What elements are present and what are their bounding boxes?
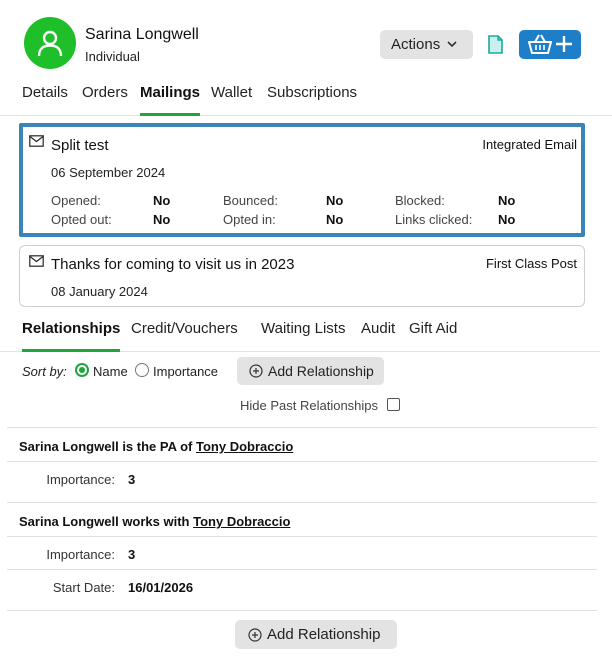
field-label: Importance: <box>46 472 115 487</box>
tab-details[interactable]: Details <box>22 84 68 116</box>
plus-circle-icon <box>248 627 262 642</box>
relationship-subject: Sarina Longwell <box>19 439 119 454</box>
stat-label-links-clicked: Links clicked: <box>395 212 473 227</box>
divider <box>7 536 597 537</box>
contact-tabs: Details Orders Mailings Wallet Subscript… <box>0 82 612 116</box>
sort-name-label[interactable]: Name <box>93 364 128 379</box>
tab-orders[interactable]: Orders <box>82 84 128 116</box>
tab-waiting-lists[interactable]: Waiting Lists <box>261 320 345 352</box>
basket-icon <box>528 34 552 54</box>
related-contact-link[interactable]: Tony Dobraccio <box>196 439 293 454</box>
add-relationship-button[interactable]: Add Relationship <box>237 357 384 385</box>
sort-importance-label[interactable]: Importance <box>153 364 218 379</box>
tab-credit-vouchers[interactable]: Credit/Vouchers <box>131 320 238 352</box>
contact-type: Individual <box>85 49 140 64</box>
stat-label-opted-out: Opted out: <box>51 212 112 227</box>
sort-name-radio[interactable] <box>75 363 89 377</box>
mailing-channel: First Class Post <box>485 256 577 271</box>
contact-header: Sarina Longwell Individual Actions <box>0 0 612 80</box>
stat-label-opted-in: Opted in: <box>223 212 276 227</box>
mailing-card[interactable]: Thanks for coming to visit us in 2023 Fi… <box>19 245 585 307</box>
user-icon <box>37 30 63 57</box>
contact-name: Sarina Longwell <box>85 26 199 43</box>
document-icon[interactable] <box>487 35 504 54</box>
hide-past-label: Hide Past Relationships <box>240 398 379 413</box>
tab-relationships[interactable]: Relationships <box>22 320 121 352</box>
tab-gift-aid[interactable]: Gift Aid <box>409 320 457 352</box>
tab-audit[interactable]: Audit <box>361 320 395 352</box>
related-contact-link[interactable]: Tony Dobraccio <box>193 514 290 529</box>
divider <box>7 569 597 570</box>
avatar <box>24 17 76 69</box>
divider <box>7 610 597 611</box>
stat-value-opened: No <box>153 193 171 208</box>
relationship-tabs: Relationships Credit/Vouchers Waiting Li… <box>0 318 600 352</box>
stat-label-bounced: Bounced: <box>223 193 278 208</box>
sort-label: Sort by: <box>22 364 67 379</box>
relationship-subject: Sarina Longwell <box>19 514 119 529</box>
stat-value-opted-in: No <box>326 212 344 227</box>
field-value: 16/01/2026 <box>128 580 194 595</box>
stat-label-blocked: Blocked: <box>395 193 445 208</box>
tab-subscriptions[interactable]: Subscriptions <box>267 84 357 116</box>
divider <box>7 502 597 503</box>
stat-value-links-clicked: No <box>498 212 516 227</box>
stat-label-opened: Opened: <box>51 193 101 208</box>
field-label: Importance: <box>46 547 115 562</box>
add-relationship-label: Add Relationship <box>267 626 381 643</box>
actions-label: Actions <box>391 36 441 53</box>
envelope-icon <box>29 135 44 147</box>
mailing-date: 06 September 2024 <box>51 165 166 180</box>
tab-mailings[interactable]: Mailings <box>140 84 201 116</box>
mailing-title: Split test <box>51 137 109 154</box>
relationship-title: Sarina Longwell works with Tony Dobracci… <box>19 514 290 529</box>
plus-icon <box>556 36 572 52</box>
divider <box>7 461 597 462</box>
actions-button[interactable]: Actions <box>380 30 473 59</box>
add-relationship-label: Add Relationship <box>268 363 374 379</box>
field-value: 3 <box>128 472 136 487</box>
chevron-down-icon <box>447 41 457 48</box>
mailing-channel: Integrated Email <box>482 137 577 152</box>
mailing-date: 08 January 2024 <box>51 284 148 299</box>
sort-bar: Sort by: Name Importance Add Relationshi… <box>22 356 592 386</box>
stat-value-bounced: No <box>326 193 344 208</box>
field-value: 3 <box>128 547 136 562</box>
add-to-basket-button[interactable] <box>519 30 581 59</box>
add-relationship-button-bottom[interactable]: Add Relationship <box>235 620 397 649</box>
sort-importance-radio[interactable] <box>135 363 149 377</box>
relationship-type: is the PA of <box>122 439 193 454</box>
envelope-icon <box>29 255 44 267</box>
stat-value-blocked: No <box>498 193 516 208</box>
tab-wallet[interactable]: Wallet <box>211 84 252 116</box>
mailing-title: Thanks for coming to visit us in 2023 <box>51 256 295 273</box>
plus-circle-icon <box>249 364 263 378</box>
relationship-title: Sarina Longwell is the PA of Tony Dobrac… <box>19 439 293 454</box>
relationship-type: works with <box>122 514 190 529</box>
stat-value-opted-out: No <box>153 212 171 227</box>
hide-past-checkbox[interactable] <box>387 398 400 411</box>
divider <box>7 427 597 428</box>
field-label: Start Date: <box>52 580 115 595</box>
mailing-card[interactable]: Split test Integrated Email 06 September… <box>19 123 585 237</box>
